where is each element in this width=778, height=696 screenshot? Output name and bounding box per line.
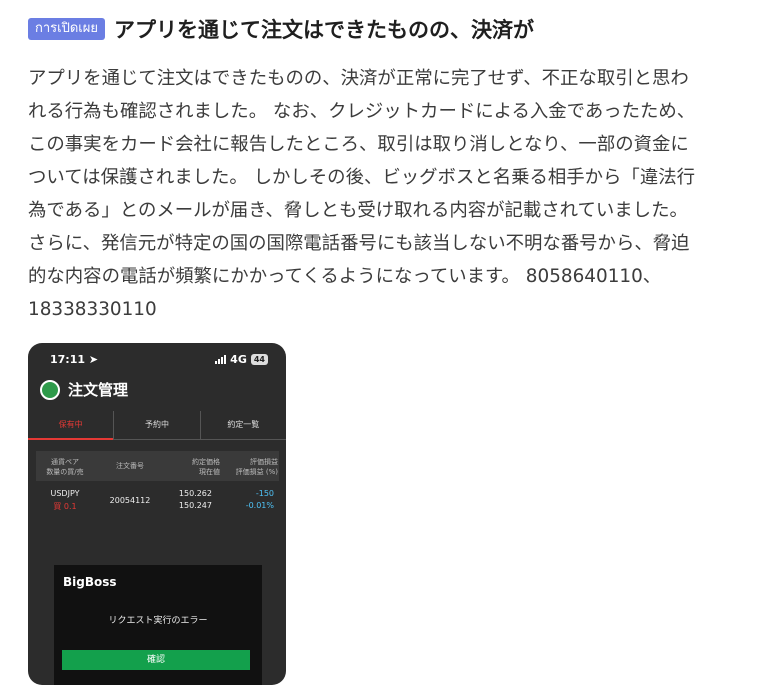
cell-side: 買 0.1	[53, 502, 77, 511]
tab-pending[interactable]: 予約中	[114, 411, 201, 439]
body-line: れる行為も確認されました。 なお、クレジットカードによる入金であったため、	[28, 101, 696, 122]
network-label: 4G	[230, 353, 247, 366]
status-time: 17:11 ➤	[50, 353, 99, 366]
col-pl: 評価損益 評価損益 (%)	[235, 458, 278, 476]
cell-pl: -150 -0.01%	[245, 489, 274, 510]
col-price: 約定価格 現在値	[192, 458, 220, 476]
body-line: 18338330110	[28, 299, 157, 320]
col-order-no: 注文番号	[116, 462, 144, 470]
body-line: 的な内容の電話が頻繁にかかってくるようになっています。 8058640110、	[28, 266, 662, 287]
location-arrow-icon: ➤	[88, 353, 99, 366]
article-body: アプリを通じて注文はできたものの、決済が正常に完了せず、不正な取引と思わ れる行…	[28, 62, 758, 326]
body-line: この事実をカード会社に報告したところ、取引は取り消しとなり、一部の資金に	[28, 134, 689, 155]
cell-price: 150.262 150.247	[178, 489, 212, 510]
col-pair: 通貨ペア 数量の買/売	[46, 458, 84, 476]
app-title: 注文管理	[68, 381, 129, 399]
table-row[interactable]: USDJPY 買 0.1 20054112 150.262 150.247 -1…	[36, 481, 279, 521]
tab-executed[interactable]: 約定一覧	[201, 411, 286, 439]
app-logo-icon	[40, 379, 60, 400]
article-title: アプリを通じて注文はできたものの、決済が	[113, 18, 534, 42]
signal-icon	[215, 355, 227, 364]
app-screenshot[interactable]: 17:11 ➤ 4G 44 注文管理 保有中 予約中 約定一覧 通貨ペア 数量の買…	[28, 343, 286, 685]
app-header: 注文管理	[40, 379, 128, 400]
status-bar: 17:11 ➤ 4G 44	[28, 351, 286, 369]
table-header: 通貨ペア 数量の買/売 注文番号 約定価格 現在値 評価損益 評価損益 (%)	[36, 451, 279, 481]
confirm-button[interactable]: 確認	[62, 650, 250, 670]
article-headline: การเปิดเผย アプリを通じて注文はできたものの、決済が	[28, 14, 534, 44]
error-dialog: BigBoss リクエスト実行のエラー 確認	[54, 565, 262, 685]
battery-icon: 44	[250, 354, 268, 365]
body-line: アプリを通じて注文はできたものの、決済が正常に完了せず、不正な取引と思わ	[28, 68, 689, 89]
dialog-message: リクエスト実行のエラー	[108, 616, 208, 626]
positions-table: 通貨ペア 数量の買/売 注文番号 約定価格 現在値 評価損益 評価損益 (%) USD…	[36, 451, 279, 521]
cell-pair: USDJPY 買 0.1	[40, 489, 90, 512]
body-line: ついては保護されました。 しかしその後、ビッグボスと名乗る相手から「違法行	[28, 167, 695, 188]
body-line: 為である」とのメールが届き、脅しとも受け取れる内容が記載されていました。	[28, 200, 688, 221]
cell-order-no: 20054112	[109, 496, 151, 505]
body-line: さらに、発信元が特定の国の国際電話番号にも該当しない不明な番号から、脅迫	[28, 233, 690, 254]
tab-holding[interactable]: 保有中	[28, 411, 115, 440]
order-tabs: 保有中 予約中 約定一覧	[28, 411, 286, 440]
dialog-title: BigBoss	[63, 575, 117, 589]
category-badge[interactable]: การเปิดเผย	[28, 18, 105, 40]
